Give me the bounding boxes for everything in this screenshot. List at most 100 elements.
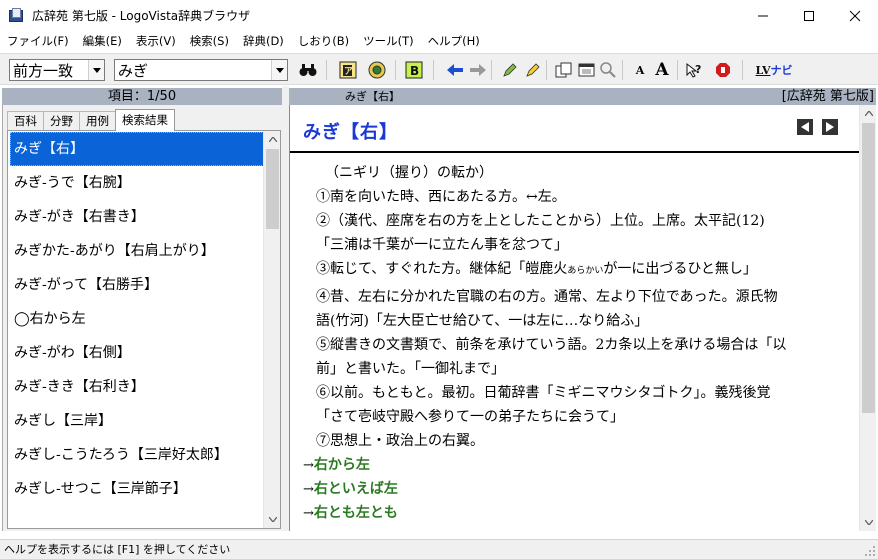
link-arrow: → [303, 482, 314, 497]
link-arrow: → [303, 506, 314, 521]
marker-pen-icon[interactable] [500, 60, 520, 80]
menu-dictionary[interactable]: 辞典(D) [236, 31, 291, 51]
search-mode-value: 前方一致 [13, 61, 74, 80]
back-arrow-icon[interactable] [445, 60, 465, 80]
list-item[interactable]: みぎ‐きき【右利き】 [10, 370, 266, 404]
related-link[interactable]: →右といえば左 [303, 477, 858, 501]
entry-sense: ⑥以前。もともと。最初。日葡辞書「ミギニマウシタゴトク」。義残後覚 [316, 385, 771, 401]
entry-scrollbar[interactable] [859, 105, 876, 531]
svg-text:?: ? [695, 63, 701, 76]
svg-text:B: B [410, 64, 419, 78]
bold-b-icon[interactable]: B [404, 60, 424, 80]
menu-bookmark[interactable]: しおり(B) [291, 31, 356, 51]
menu-tools[interactable]: ツール(T) [356, 31, 421, 51]
scroll-up-icon[interactable] [860, 105, 877, 122]
search-binoculars-icon[interactable] [298, 60, 318, 80]
font-small-button[interactable]: A [630, 60, 650, 80]
scroll-down-icon[interactable] [264, 511, 280, 528]
related-link-text[interactable]: 右から左 [314, 457, 370, 473]
related-link[interactable]: →右とも左とも [303, 501, 858, 525]
maximize-icon [804, 10, 814, 21]
menu-file[interactable]: ファイル(F) [0, 31, 76, 51]
entry-sense: ⑤縦書きの文書類で、前条を承けていう語。2カ条以上を承ける場合は「以 [316, 337, 787, 353]
menu-search[interactable]: 検索(S) [183, 31, 236, 51]
app-book-icon [8, 7, 24, 24]
menu-bar: ファイル(F) 編集(E) 表示(V) 検索(S) 辞典(D) しおり(B) ツ… [0, 31, 878, 51]
link-arrow: → [303, 458, 314, 473]
chevron-down-icon[interactable] [88, 60, 104, 80]
tab-search-results[interactable]: 検索結果 [115, 109, 175, 131]
result-tabs: 百科 分野 用例 検索結果 [7, 109, 175, 131]
menu-view[interactable]: 表示(V) [129, 31, 183, 51]
scroll-thumb[interactable] [862, 123, 875, 413]
scroll-down-icon[interactable] [860, 514, 877, 531]
maximize-button[interactable] [786, 0, 832, 31]
window-copy-icon[interactable] [577, 60, 597, 80]
scroll-thumb[interactable] [266, 149, 279, 229]
entry-sense: ②（漢代、座席を右の方を上としたことから）上位。上席。太平記(12) [316, 213, 765, 229]
list-item[interactable]: みぎし‐こうたろう【三岸好太郎】 [10, 438, 266, 472]
list-item[interactable]: みぎし‐せつこ【三岸節子】 [10, 472, 266, 506]
menu-help[interactable]: ヘルプ(H) [421, 31, 487, 51]
entry-sense-cont: 「三浦は千葉が一に立たん事を忿つて」 [316, 237, 568, 253]
lv-logo-icon: LV [755, 63, 771, 77]
pane-splitter[interactable] [282, 86, 289, 531]
forward-arrow-icon[interactable] [468, 60, 488, 80]
list-item[interactable]: みぎ‐がき【右書き】 [10, 200, 266, 234]
close-icon [849, 10, 861, 21]
help-query-icon[interactable]: ? [684, 60, 704, 80]
entry-sense: ①南を向いた時、西にあたる方。↔左。 [316, 189, 566, 205]
triangle-right-icon [826, 122, 834, 132]
status-bar: ヘルプを表示するには [F1] を押してください [0, 539, 878, 559]
highlighter-icon[interactable] [523, 60, 543, 80]
copy-pages-icon[interactable] [554, 60, 574, 80]
title-divider [290, 151, 860, 153]
minimize-button[interactable] [740, 0, 786, 31]
search-mode-select[interactable]: 前方一致 [9, 59, 105, 81]
entry-sense-cont: 語(竹河)「左大臣亡せ給ひて、一は左に…なり給ふ」 [316, 313, 649, 329]
entry-title: みぎ【右】 [303, 122, 398, 143]
navi-label: ナビ [770, 64, 793, 77]
tab-field[interactable]: 分野 [43, 111, 80, 131]
entry-sense: ⑦思想上・政治上の右翼。 [316, 433, 484, 449]
entry-sense-cont: 「さて壱岐守殿へ参りて一の弟子たちに会うて」 [316, 409, 624, 425]
chevron-down-icon[interactable] [271, 60, 287, 80]
result-list-scrollbar[interactable] [263, 131, 280, 528]
list-item[interactable]: ◯右から左 [10, 302, 266, 336]
minimize-icon [758, 15, 768, 16]
globe-icon[interactable] [367, 60, 387, 80]
next-entry-button[interactable] [822, 119, 838, 135]
toolbar: 前方一致 みぎ ア B A A ? LV ナビ [0, 53, 878, 85]
title-bar: 広辞苑 第七版 - LogoVista辞典ブラウザ [0, 0, 878, 31]
stop-icon[interactable] [713, 60, 733, 80]
entry-header: みぎ【右】 [広辞苑 第七版] [289, 88, 876, 105]
entry-header-headword: みぎ【右】 [345, 90, 400, 103]
related-link-text[interactable]: 右といえば左 [314, 481, 398, 497]
list-item[interactable]: みぎし【三岸】 [10, 404, 266, 438]
list-item[interactable]: みぎ【右】 [10, 132, 266, 166]
list-item[interactable]: みぎ‐うで【右腕】 [10, 166, 266, 200]
close-button[interactable] [832, 0, 878, 31]
entry-content-pane: みぎ【右】 （ニギリ（握り）の転か） ①南を向いた時、西にあたる方。↔左。 ②（… [289, 105, 876, 531]
list-item[interactable]: みぎかた‐あがり【右肩上がり】 [10, 234, 266, 268]
menu-edit[interactable]: 編集(E) [76, 31, 129, 51]
list-item[interactable]: みぎ‐がって【右勝手】 [10, 268, 266, 302]
result-list-pane: 百科 分野 用例 検索結果 みぎ【右】 みぎ‐うで【右腕】 みぎ‐がき【右書き】… [2, 105, 282, 531]
entry-sense-cont: 前」と書いた。「一御礼まで」 [316, 361, 505, 377]
tab-encyclopedia[interactable]: 百科 [7, 111, 44, 131]
search-input[interactable]: みぎ [114, 59, 288, 81]
zoom-icon[interactable] [598, 60, 618, 80]
font-large-button[interactable]: A [652, 60, 672, 80]
svg-text:ア: ア [344, 66, 353, 77]
list-item[interactable]: みぎ‐がわ【右側】 [10, 336, 266, 370]
triangle-left-icon [801, 122, 809, 132]
dictionary-select-icon[interactable]: ア [338, 60, 358, 80]
result-list: みぎ【右】 みぎ‐うで【右腕】 みぎ‐がき【右書き】 みぎかた‐あがり【右肩上が… [7, 130, 281, 529]
related-link[interactable]: →右から左 [303, 453, 858, 477]
related-link-text[interactable]: 右とも左とも [314, 505, 398, 521]
resize-grip-icon[interactable] [864, 545, 876, 557]
scroll-up-icon[interactable] [264, 131, 280, 148]
tab-examples[interactable]: 用例 [79, 111, 116, 131]
lv-navi-button[interactable]: LV ナビ [752, 60, 796, 80]
prev-entry-button[interactable] [797, 119, 813, 135]
